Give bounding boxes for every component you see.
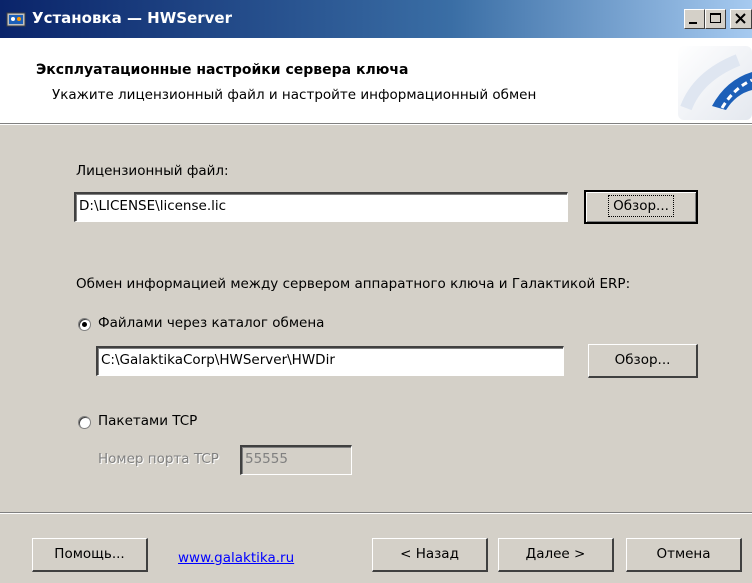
tcp-port-input[interactable]: 55555 — [240, 445, 352, 475]
maximize-icon — [710, 13, 721, 23]
installer-app-icon — [6, 12, 26, 27]
installer-window: Установка — HWServer Эксплуатационные на… — [0, 0, 752, 583]
help-button-label: Помощь... — [54, 546, 125, 562]
help-button[interactable]: Помощь... — [32, 538, 148, 572]
license-browse-button[interactable]: Обзор... — [584, 190, 698, 224]
files-exchange-radio[interactable] — [78, 318, 91, 331]
back-button[interactable]: < Назад — [372, 538, 488, 572]
minimize-icon — [689, 22, 697, 24]
close-icon — [735, 13, 746, 24]
minimize-button[interactable] — [684, 9, 705, 29]
next-button[interactable]: Далее > — [498, 538, 614, 572]
license-browse-label: Обзор... — [608, 195, 674, 217]
footer-separator — [0, 512, 752, 514]
galaktika-website-link[interactable]: www.galaktika.ru — [178, 550, 294, 566]
wizard-header: Эксплуатационные настройки сервера ключа… — [0, 38, 752, 123]
license-file-label: Лицензионный файл: — [76, 163, 229, 179]
galaktika-logo-icon — [678, 46, 752, 120]
close-button[interactable] — [730, 9, 752, 29]
page-subtitle: Укажите лицензионный файл и настройте ин… — [52, 87, 537, 103]
tcp-exchange-radio[interactable] — [78, 416, 91, 429]
tcp-port-label: Номер порта TCP — [98, 451, 219, 467]
title-bar[interactable]: Установка — HWServer — [0, 0, 752, 38]
radio-selected-dot — [82, 322, 87, 327]
page-title: Эксплуатационные настройки сервера ключа — [36, 62, 409, 78]
window-title: Установка — HWServer — [32, 9, 233, 27]
exchange-dir-input[interactable]: C:\GalaktikaCorp\HWServer\HWDir — [96, 346, 564, 376]
license-file-input[interactable]: D:\LICENSE\license.lic — [74, 192, 568, 222]
maximize-button[interactable] — [705, 9, 726, 29]
header-separator — [0, 123, 752, 125]
exchange-dir-browse-button[interactable]: Обзор... — [588, 344, 698, 378]
exchange-label: Обмен информацией между сервером аппарат… — [76, 276, 631, 292]
files-exchange-label: Файлами через каталог обмена — [98, 315, 325, 331]
cancel-button[interactable]: Отмена — [626, 538, 742, 572]
tcp-exchange-label: Пакетами TCP — [98, 413, 198, 429]
